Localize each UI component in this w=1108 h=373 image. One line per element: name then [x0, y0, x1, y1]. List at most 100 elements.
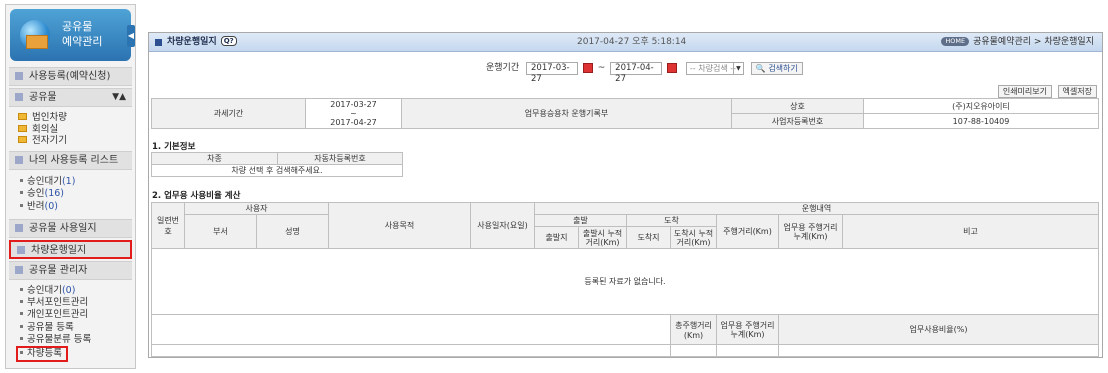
- period-label: 운행기간: [486, 63, 520, 73]
- expand-collapse-icon[interactable]: ▼▲: [112, 89, 126, 106]
- calendar-icon[interactable]: [667, 63, 678, 73]
- bullet-icon: [20, 324, 23, 328]
- menu-square-icon: [15, 93, 23, 101]
- sub-item-approved[interactable]: 승인(16): [20, 188, 135, 201]
- admin-item-register-vehicle[interactable]: 차량등록: [16, 346, 135, 363]
- note-header: 비고: [842, 214, 1099, 249]
- admin-item-register-shared[interactable]: 공유물 등록: [20, 322, 135, 334]
- vehicle-select[interactable]: -- 차량검색 -- ▼: [685, 61, 744, 75]
- sub-item-label: 승인: [27, 188, 45, 199]
- excel-save-button[interactable]: 엑셀저장: [1057, 85, 1097, 98]
- folder-icon: [18, 124, 27, 132]
- total-biz-distance-header: 업무용 주행거리 누계(Km): [716, 314, 779, 345]
- depart-header: 출발: [534, 214, 627, 227]
- date-header: 사용일자(요일): [470, 202, 535, 249]
- menu-square-icon: [17, 246, 25, 254]
- menu-shared[interactable]: 공유물 ▼▲: [9, 88, 132, 107]
- bullet-icon: [20, 300, 23, 304]
- folder-label: 전자기기: [32, 135, 67, 146]
- menu-vehicle-log[interactable]: 차량운행일지: [9, 240, 132, 259]
- empty-data-message: 등록된 자료가 없습니다.: [151, 248, 1099, 315]
- menu-register-label: 사용등록(예약신청): [29, 71, 111, 82]
- help-icon[interactable]: Q?: [220, 36, 237, 46]
- sub-item-count: (0): [44, 200, 58, 212]
- run-history-header: 운행내역: [534, 202, 1099, 215]
- summary-table: 과세기간 2017-03-27 ~ 2017-04-27 업무용승용차 운행기록…: [151, 98, 1099, 129]
- bullet-icon: [20, 288, 23, 291]
- admin-item-pending[interactable]: 승인대기(0): [20, 285, 135, 297]
- depart-place-header: 출발지: [534, 226, 579, 249]
- sidebar: 공유물 예약관리 ◀ 사용등록(예약신청) 공유물 ▼▲ 법인차량 회의실 전자기…: [5, 4, 136, 369]
- register-vehicle-highlight[interactable]: 차량등록: [16, 346, 68, 363]
- name-header: 성명: [256, 214, 329, 249]
- box-icon: [26, 35, 48, 49]
- folder-item-electronics[interactable]: 전자기기: [18, 135, 135, 147]
- menu-admin-label: 공유물 관리자: [29, 265, 88, 276]
- menu-register[interactable]: 사용등록(예약신청): [9, 67, 132, 86]
- breadcrumb-text: 공유물예약관리 > 차량운행일지: [973, 37, 1094, 47]
- folder-item-meeting-room[interactable]: 회의실: [18, 124, 135, 136]
- bullet-icon: [20, 178, 23, 182]
- company-value: (주)지오유아이티: [863, 98, 1099, 114]
- vehicle-type-header: 차종: [151, 152, 278, 165]
- folder-label: 법인차량: [32, 112, 67, 123]
- logo-text: 공유물 예약관리: [62, 19, 102, 49]
- folder-item-corporate-vehicle[interactable]: 법인차량: [18, 112, 135, 124]
- folder-list: 법인차량 회의실 전자기기: [6, 109, 135, 151]
- biz-distance-header: 업무용 주행거리 누계(Km): [778, 214, 843, 249]
- menu-square-icon: [15, 224, 23, 232]
- bizno-header: 사업자등록번호: [731, 113, 864, 129]
- sub-item-pending[interactable]: 승인대기(1): [20, 176, 135, 189]
- bizno-value: 107-88-10409: [863, 113, 1099, 129]
- menu-usage-log[interactable]: 공유물 사용일지: [9, 219, 132, 238]
- main-panel: 차량운행일지 Q? 2017-04-27 오후 5:18:14 HOME 공유물예약…: [148, 32, 1103, 358]
- print-preview-button[interactable]: 인쇄미리보기: [997, 85, 1052, 98]
- page-icon: [155, 39, 162, 46]
- admin-item-personal-points[interactable]: 개인포인트관리: [20, 309, 135, 321]
- period-to: 2017-04-27: [330, 118, 377, 127]
- action-buttons: 인쇄미리보기 엑셀저장: [995, 85, 1097, 98]
- menu-my-list-label: 나의 사용등록 리스트: [29, 154, 119, 166]
- sub-item-label: 개인포인트관리: [27, 309, 89, 321]
- admin-item-dept-points[interactable]: 부서포인트관리: [20, 297, 135, 309]
- distance-header: 주행거리(Km): [716, 214, 779, 249]
- home-icon[interactable]: HOME: [941, 37, 970, 46]
- plate-number-header: 자동차등록번호: [277, 152, 403, 165]
- folder-icon: [18, 113, 27, 120]
- total-distance-header: 총주행거리(Km): [670, 314, 717, 345]
- title-bar: 차량운행일지 Q? 2017-04-27 오후 5:18:14 HOME 공유물예약…: [149, 33, 1102, 52]
- search-button-label: 검색하기: [768, 63, 798, 73]
- arrive-header: 도착: [626, 214, 717, 227]
- date-separator: ~: [597, 63, 606, 73]
- sub-item-count: (16): [44, 188, 64, 199]
- date-to-input[interactable]: 2017-04-27: [610, 61, 663, 84]
- date-from-input[interactable]: 2017-03-27: [526, 61, 578, 84]
- search-button[interactable]: 🔍 검색하기: [750, 61, 803, 75]
- user-header: 사용자: [184, 202, 329, 215]
- page-title-text: 차량운행일지: [167, 37, 217, 47]
- menu-admin[interactable]: 공유물 관리자: [9, 261, 132, 280]
- serial-header: 일련번호: [151, 202, 185, 249]
- current-datetime: 2017-04-27 오후 5:18:14: [577, 37, 687, 47]
- collapse-sidebar-button[interactable]: ◀: [127, 25, 135, 47]
- bullet-icon: [20, 336, 23, 340]
- company-header: 상호: [731, 98, 864, 114]
- sub-item-label: 승인대기: [27, 285, 62, 296]
- sub-item-count: (0): [61, 285, 76, 296]
- app-logo[interactable]: 공유물 예약관리 ◀: [10, 9, 135, 61]
- sub-item-count: (1): [61, 175, 76, 187]
- biz-ratio-value: [778, 344, 1099, 357]
- my-list-items: 승인대기(1) 승인(16) 반려(0): [6, 172, 135, 220]
- depart-km-header: 출발시 누적거리(Km): [578, 226, 627, 249]
- calendar-icon[interactable]: [582, 63, 593, 73]
- period-value: 2017-03-27 ~ 2017-04-27: [305, 98, 402, 129]
- chevron-down-icon[interactable]: ▼: [732, 62, 743, 74]
- sub-item-label: 차량등록: [27, 348, 62, 360]
- sub-item-label: 승인대기: [27, 175, 62, 187]
- menu-my-list[interactable]: 나의 사용등록 리스트: [9, 150, 132, 170]
- usage-ratio-table: 일련번호 사용자 사용목적 사용일자(요일) 운행내역 부서 성명 출발 도착 …: [151, 202, 1099, 357]
- admin-item-register-category[interactable]: 공유물분류 등록: [20, 334, 135, 346]
- basic-empty-message: 차량 선택 후 검색해주세요.: [151, 164, 403, 177]
- bullet-icon: [20, 351, 23, 355]
- sub-item-rejected[interactable]: 반려(0): [20, 201, 135, 214]
